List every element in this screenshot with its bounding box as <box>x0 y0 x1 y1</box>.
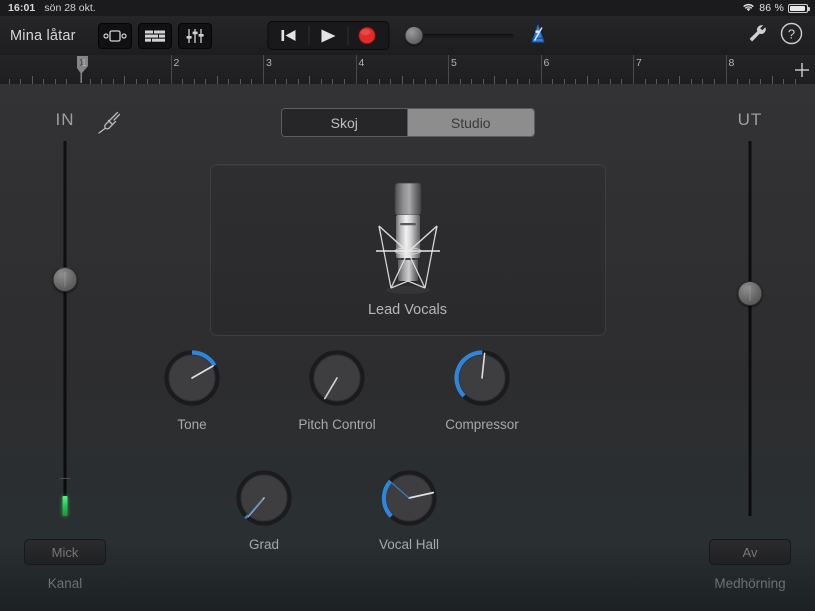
main-content-area: IN Mick Kanal UT Av Medhörning Skoj Stud… <box>0 84 815 611</box>
instrument-preview-panel[interactable]: Lead Vocals <box>209 164 606 336</box>
status-bar: 16:01 sön 28 okt. 86 % <box>0 0 815 16</box>
preset-mode-segmented-control: Skoj Studio <box>280 108 535 137</box>
help-icon[interactable]: ? <box>780 22 803 50</box>
toolbar-right-group: ? <box>747 22 803 50</box>
input-channel-strip: IN Mick Kanal <box>0 84 130 611</box>
transport-controls <box>267 21 389 50</box>
compressor-knob[interactable] <box>453 349 511 407</box>
ruler-bar-label: 3 <box>266 57 272 69</box>
ruler-bar-label: 8 <box>728 57 735 69</box>
ruler-tick <box>401 76 403 84</box>
battery-percent-label: 86 % <box>759 2 784 14</box>
status-bar-date: sön 28 okt. <box>44 2 96 14</box>
vocal-hall-knob-label: Vocal Hall <box>378 537 440 552</box>
my-songs-button[interactable]: Mina låtar <box>10 28 76 44</box>
knob-cell-grad: Grad <box>209 469 319 552</box>
master-volume-knob[interactable] <box>404 26 424 45</box>
grad-knob-label: Grad <box>248 537 279 552</box>
input-fader-knob[interactable] <box>52 267 78 292</box>
audio-plug-icon[interactable] <box>96 109 122 140</box>
rewind-icon[interactable] <box>270 23 308 48</box>
output-caption: UT <box>737 110 763 129</box>
ruler-bar-line <box>355 55 357 84</box>
instrument-center-panel: Skoj Studio Lead Vocals Tone Pitch Contr… <box>130 84 685 611</box>
ruler-bar-line <box>170 55 172 84</box>
ruler-tick <box>216 76 218 84</box>
mixer-icon[interactable] <box>177 22 212 49</box>
knob-cell-compressor: Compressor <box>427 349 537 432</box>
knob-cell-tone: Tone <box>137 349 247 432</box>
tracks-view-icon[interactable] <box>137 22 172 49</box>
tab-studio[interactable]: Studio <box>407 109 534 136</box>
ruler-bar-line <box>263 55 264 84</box>
tone-knob[interactable] <box>163 349 221 407</box>
master-volume-slider[interactable] <box>403 26 513 46</box>
output-fader-knob[interactable] <box>737 281 763 306</box>
garageband-app-window: 16:01 sön 28 okt. 86 % Mina låtar ? 1 1 … <box>0 0 815 611</box>
record-icon[interactable] <box>348 23 386 48</box>
output-sublabel: Medhörning <box>714 576 786 591</box>
ruler-tick <box>586 76 588 84</box>
tone-knob-label: Tone <box>177 417 207 432</box>
input-level-meter <box>62 496 68 516</box>
ruler-tick <box>31 76 33 84</box>
output-channel-strip: UT Av Medhörning <box>685 84 815 611</box>
pitch-control-knob-label: Pitch Control <box>298 417 376 432</box>
ruler-bar-line <box>633 55 634 84</box>
vocal-hall-knob[interactable] <box>380 469 438 527</box>
ruler-tick <box>771 76 773 84</box>
play-icon[interactable] <box>309 23 347 48</box>
instrument-view-icon[interactable] <box>97 22 132 49</box>
monitoring-toggle-button[interactable]: Av <box>709 539 791 565</box>
ruler-bar-label: 1 <box>81 57 87 69</box>
status-bar-right-cluster: 86 % <box>742 2 810 15</box>
condenser-microphone-icon <box>365 178 451 303</box>
pitch-control-knob[interactable] <box>308 349 366 407</box>
input-sublabel: Kanal <box>47 576 83 591</box>
input-fader-tick-lower <box>59 478 71 479</box>
grad-knob[interactable] <box>235 469 293 527</box>
instrument-name-label: Lead Vocals <box>367 302 447 318</box>
ruler-bar-label: 5 <box>451 57 457 69</box>
ruler-tick <box>679 76 681 84</box>
ruler-bar-label: 4 <box>358 57 365 69</box>
tab-skoj[interactable]: Skoj <box>281 109 407 136</box>
ruler-bar-line <box>725 55 727 84</box>
wifi-icon <box>742 2 755 15</box>
ruler-tick <box>124 76 126 84</box>
compressor-knob-label: Compressor <box>445 417 519 432</box>
svg-text:?: ? <box>788 26 795 41</box>
master-volume-track <box>411 33 513 38</box>
output-fader[interactable] <box>737 141 763 516</box>
wrench-icon[interactable] <box>747 23 768 49</box>
knob-cell-vocal-hall: Vocal Hall <box>354 469 464 552</box>
input-fader-track[interactable] <box>63 141 67 516</box>
input-fader[interactable] <box>52 141 78 516</box>
ruler-bar-label: 2 <box>173 57 180 69</box>
metronome-icon[interactable] <box>527 22 548 49</box>
knob-cell-pitch-control: Pitch Control <box>282 349 392 432</box>
ruler-tick <box>309 76 311 84</box>
transport-cluster <box>267 21 548 50</box>
battery-icon <box>788 3 810 13</box>
ruler-bar-label: 7 <box>636 57 642 69</box>
view-switcher-group <box>97 22 212 49</box>
status-bar-time: 16:01 <box>8 2 36 14</box>
ruler-bar-label: 6 <box>543 57 550 69</box>
ruler-bar-line <box>540 55 542 84</box>
ruler-bar-line <box>448 55 449 84</box>
ruler-tick <box>494 76 496 84</box>
input-source-button[interactable]: Mick <box>24 539 106 565</box>
timeline-ruler[interactable]: 1 12345678 <box>0 55 815 85</box>
output-fader-track[interactable] <box>748 141 752 516</box>
main-toolbar: Mina låtar ? <box>0 16 815 56</box>
